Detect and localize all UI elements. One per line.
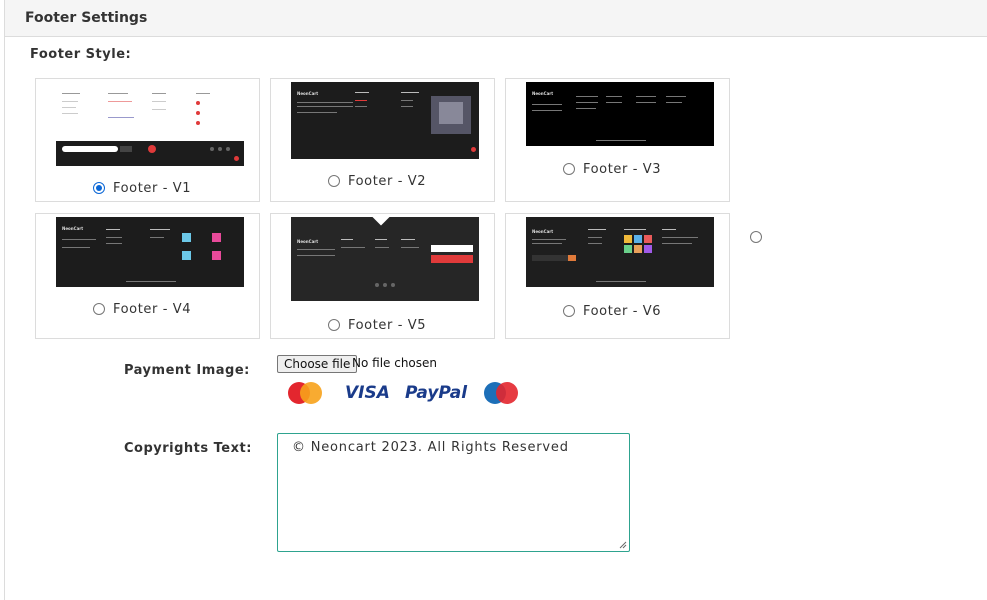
footer-option-v1[interactable]: Footer - V1 bbox=[35, 78, 260, 202]
resize-handle-icon[interactable] bbox=[619, 541, 627, 549]
panel-title: Footer Settings bbox=[25, 10, 148, 26]
footer-option-v4[interactable]: NeonCart Footer - V4 bbox=[35, 213, 260, 339]
footer-v2-preview: NeonCart bbox=[291, 82, 479, 159]
footer-v6-brand: NeonCart bbox=[532, 229, 554, 234]
footer-v1-label: Footer - V1 bbox=[113, 181, 192, 196]
copyrights-label: Copyrights Text: bbox=[124, 441, 252, 456]
footer-v1-radio[interactable] bbox=[93, 182, 105, 194]
footer-v5-preview: NeonCart bbox=[291, 217, 479, 301]
panel-header: Footer Settings bbox=[5, 0, 987, 37]
footer-v3-brand: NeonCart bbox=[532, 91, 554, 96]
footer-option-v2[interactable]: NeonCart Footer - V2 bbox=[270, 78, 495, 202]
footer-v6-preview: NeonCart bbox=[526, 217, 714, 287]
footer-v4-preview: NeonCart bbox=[56, 217, 244, 287]
copyrights-value: © Neoncart 2023. All Rights Reserved bbox=[292, 440, 569, 455]
footer-style-label: Footer Style: bbox=[30, 47, 132, 62]
footer-v6-label: Footer - V6 bbox=[583, 304, 662, 319]
footer-v3-label: Footer - V3 bbox=[583, 162, 662, 177]
paypal-logo: PayPal bbox=[405, 383, 468, 403]
footer-option-v5[interactable]: NeonCart Footer - V5 bbox=[270, 213, 495, 339]
footer-v5-brand: NeonCart bbox=[297, 239, 319, 244]
footer-v2-radio[interactable] bbox=[328, 175, 340, 187]
footer-option-v3[interactable]: NeonCart Footer - V3 bbox=[505, 78, 730, 202]
visa-logo: VISA bbox=[345, 383, 390, 403]
payment-image-label: Payment Image: bbox=[124, 363, 250, 378]
footer-v5-radio[interactable] bbox=[328, 319, 340, 331]
footer-v1-preview bbox=[56, 83, 244, 166]
choose-file-button[interactable]: Choose file bbox=[277, 355, 358, 373]
footer-v3-radio[interactable] bbox=[563, 163, 575, 175]
copyrights-textarea[interactable]: © Neoncart 2023. All Rights Reserved bbox=[277, 433, 630, 552]
footer-v2-brand: NeonCart bbox=[297, 91, 319, 96]
footer-extra-radio[interactable] bbox=[750, 231, 762, 243]
footer-v4-label: Footer - V4 bbox=[113, 302, 192, 317]
mastercard-logo bbox=[285, 380, 325, 406]
footer-v6-radio[interactable] bbox=[563, 305, 575, 317]
footer-v2-label: Footer - V2 bbox=[348, 174, 427, 189]
file-status-text: No file chosen bbox=[352, 356, 438, 370]
footer-v5-label: Footer - V5 bbox=[348, 318, 427, 333]
footer-v4-brand: NeonCart bbox=[62, 226, 84, 231]
footer-v4-radio[interactable] bbox=[93, 303, 105, 315]
maestro-logo bbox=[481, 380, 521, 406]
footer-v3-preview: NeonCart bbox=[526, 82, 714, 146]
footer-option-v6[interactable]: NeonCart Footer - V6 bbox=[505, 213, 730, 339]
